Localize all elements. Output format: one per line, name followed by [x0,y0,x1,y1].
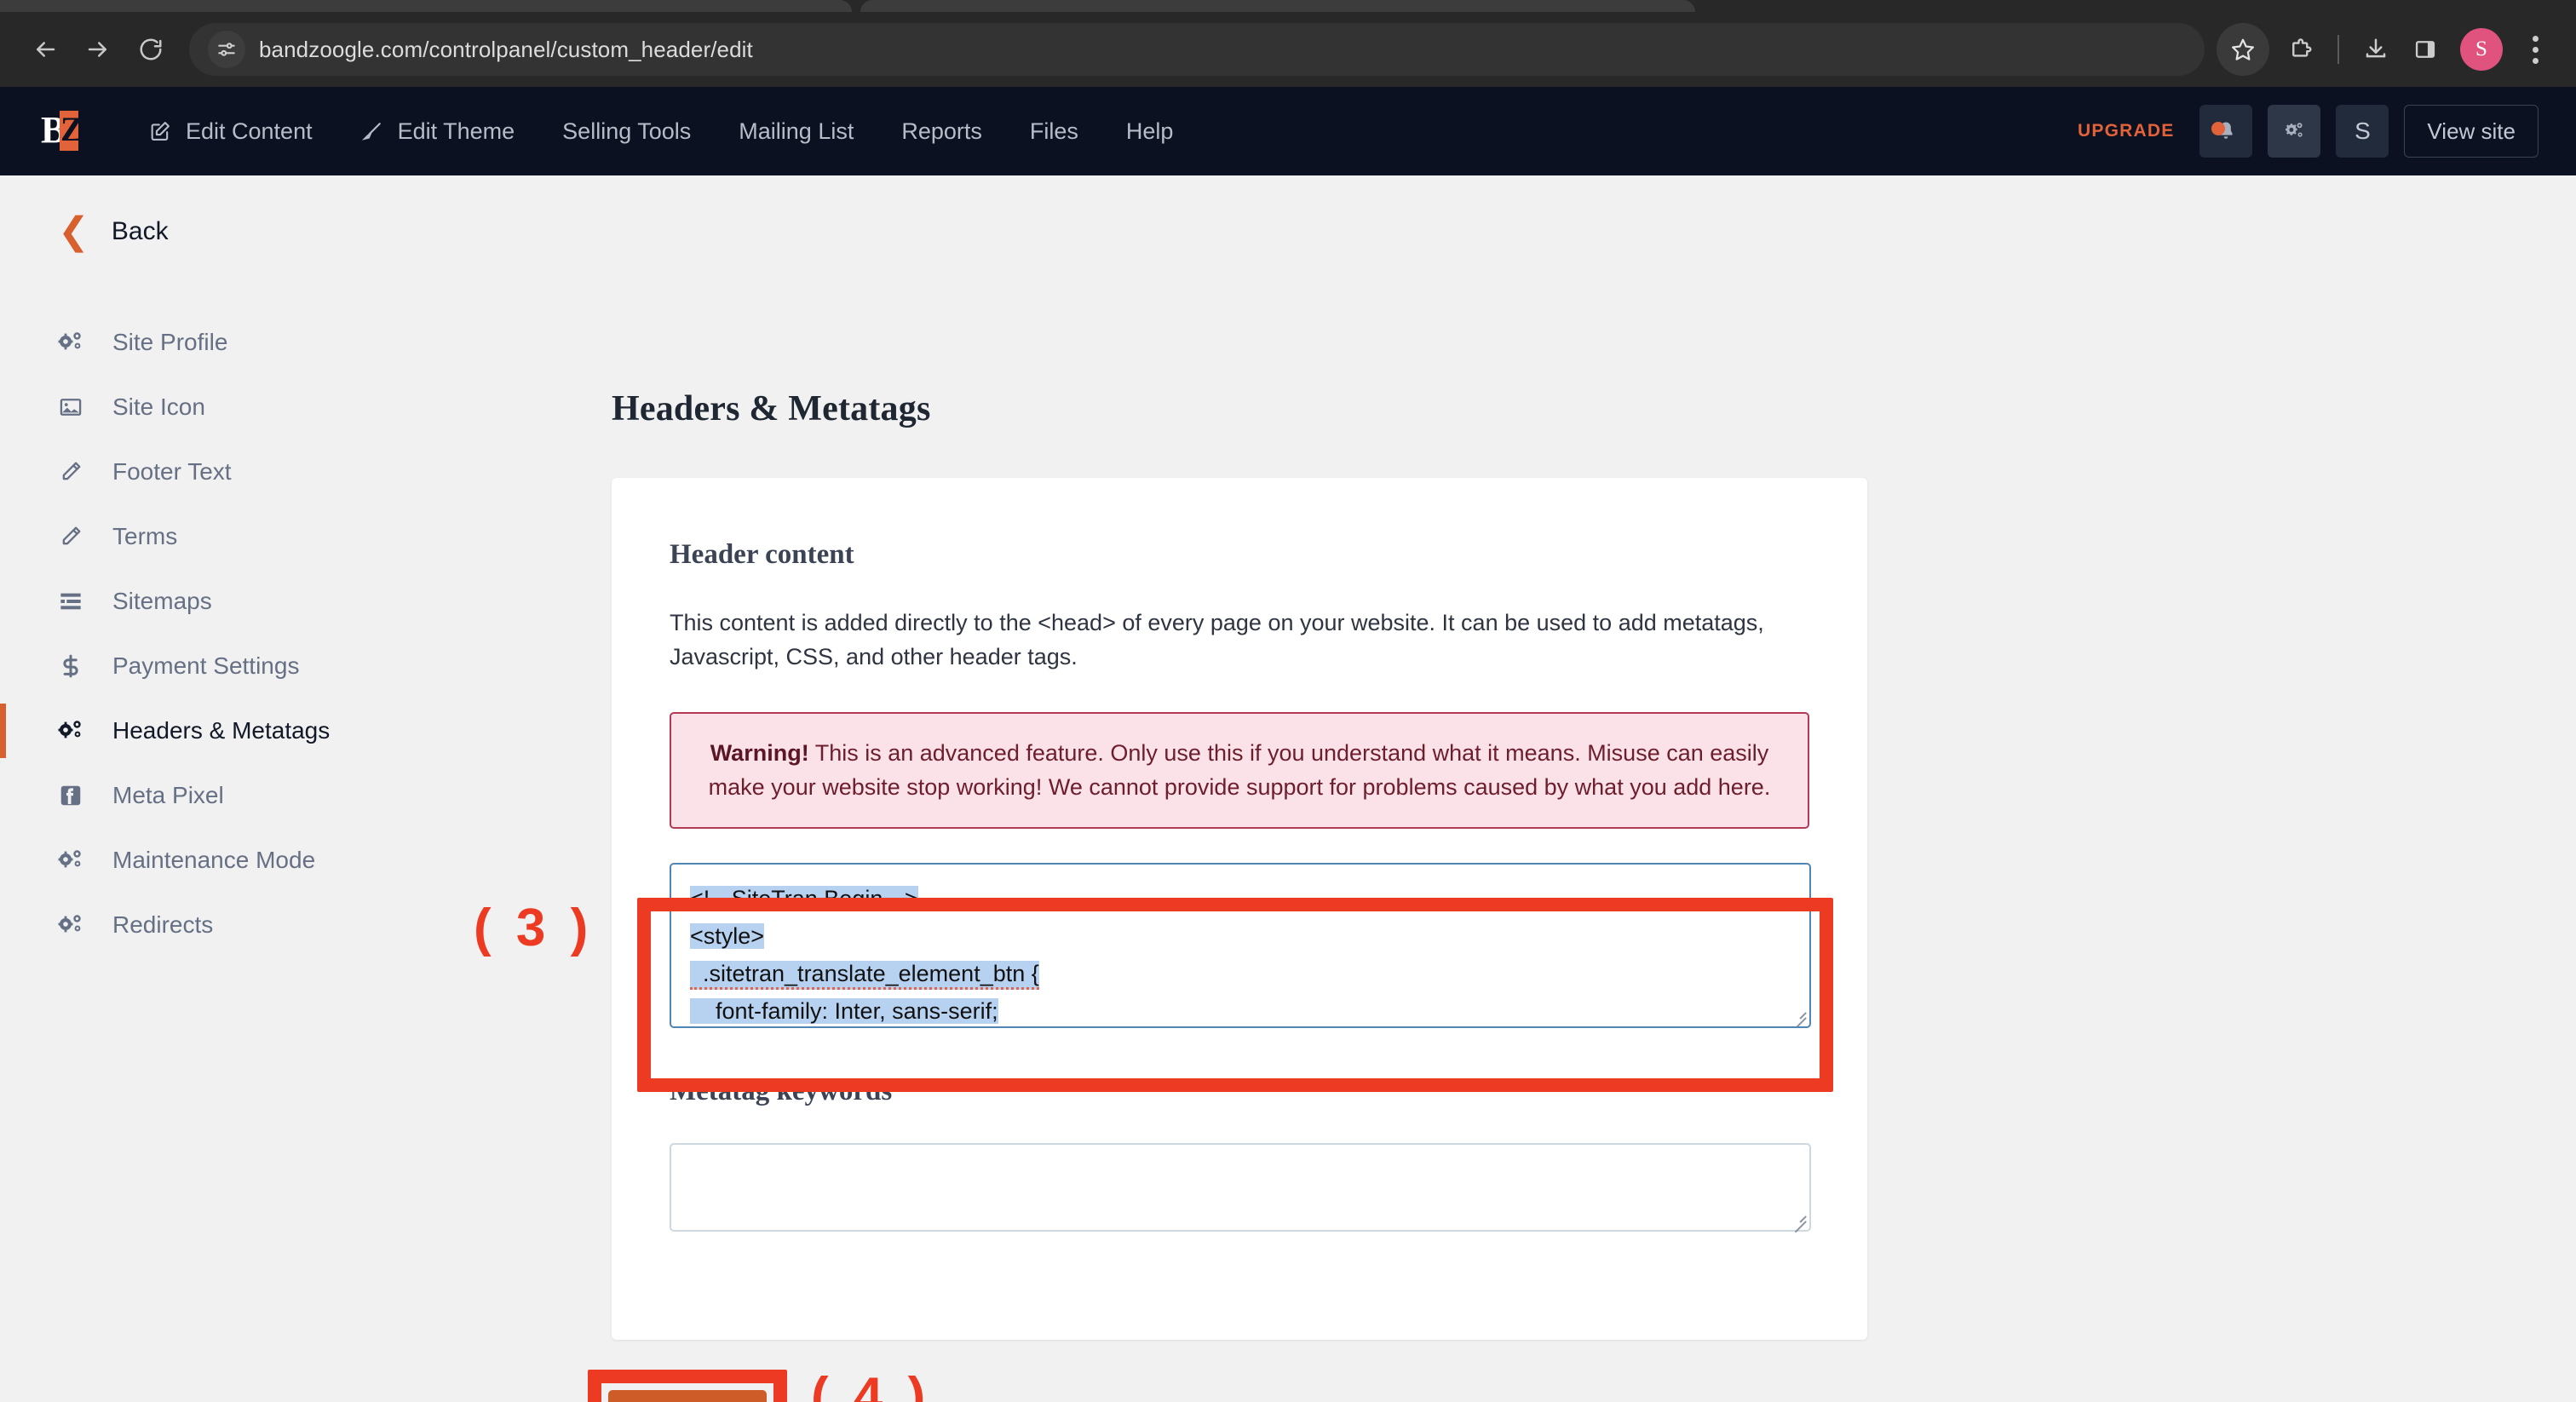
nav-item-edit-theme[interactable]: Edit Theme [336,87,539,175]
warning-banner: Warning! This is an advanced feature. On… [670,711,1809,829]
sidebar-item-maintenance-mode[interactable]: Maintenance Mode [0,828,596,893]
page-body: ❮ Back Site Profile Site Icon Footer Tex… [0,175,2576,1402]
gears-icon [58,719,94,743]
nav-item-label: Edit Content [186,118,313,144]
notifications-button[interactable] [2199,105,2253,158]
reload-icon[interactable] [124,23,177,76]
browser-tab-active[interactable] [860,0,1695,12]
back-label: Back [111,217,169,245]
nav-item-label: Files [1029,118,1078,144]
nav-item-selling-tools[interactable]: Selling Tools [538,87,715,175]
app-navbar: B Z Edit Content Edit Theme Selling Tool… [0,87,2576,175]
dollar-sign-icon [58,653,94,679]
sidebar-item-sitemaps[interactable]: Sitemaps [0,569,596,634]
sidebar-item-label: Maintenance Mode [112,847,316,873]
sidebar-item-site-icon[interactable]: Site Icon [0,375,596,440]
view-site-button[interactable]: View site [2404,105,2539,158]
site-settings-icon[interactable] [208,31,245,68]
pencil-icon [58,460,94,484]
nav-item-label: Selling Tools [562,118,692,144]
sidebar-item-terms[interactable]: Terms [0,504,596,569]
metatag-keywords-input[interactable] [670,1142,1811,1233]
list-icon [58,589,94,613]
nav-item-label: Mailing List [739,118,854,144]
paintbrush-icon [360,119,384,143]
nav-item-files[interactable]: Files [1006,87,1102,175]
annotation-label-step4: ( 4 ) [811,1367,931,1402]
nav-item-help[interactable]: Help [1102,87,1198,175]
nav-item-mailing-list[interactable]: Mailing List [715,87,877,175]
browser-tab-strip [0,0,2576,12]
nav-item-reports[interactable]: Reports [877,87,1006,175]
download-icon[interactable] [2351,23,2401,76]
sidebar-item-label: Redirects [112,911,214,938]
sidebar-item-label: Meta Pixel [112,782,224,808]
three-dot-menu-icon[interactable] [2513,23,2557,76]
toolbar-divider [2337,35,2339,64]
star-icon[interactable] [2217,23,2269,76]
warning-text: This is an advanced feature. Only use th… [708,739,1771,801]
annotation-label-step3: ( 3 ) [474,899,594,957]
avatar[interactable]: S [2460,28,2503,71]
pencil-icon [58,525,94,549]
nav-item-label: Help [1125,118,1174,144]
sidebar-item-headers-metatags[interactable]: Headers & Metatags [0,698,596,763]
sidebar-item-meta-pixel[interactable]: Meta Pixel [0,763,596,828]
sidebar-item-label: Terms [112,523,178,549]
card-content: Header content This content is added dir… [612,478,1867,1233]
annotation-box-textarea [637,898,1833,1092]
gears-icon [58,330,94,354]
upgrade-link[interactable]: UPGRADE [2078,121,2174,141]
address-bar-url[interactable]: bandzoogle.com/controlpanel/custom_heade… [259,37,753,63]
side-panel-icon[interactable] [2401,23,2450,76]
address-bar[interactable]: bandzoogle.com/controlpanel/custom_heade… [189,23,2205,76]
sidebar-item-label: Footer Text [112,458,232,485]
sidebar-item-label: Site Icon [112,394,205,420]
settings-button[interactable] [2268,105,2321,158]
account-button[interactable]: S [2336,105,2389,158]
logo-z-glyph: Z [60,110,83,148]
sidebar-item-label: Sitemaps [112,588,212,614]
image-icon [58,395,94,419]
bandzoogle-logo[interactable]: B Z [41,110,83,152]
back-arrow-icon[interactable] [19,23,72,76]
facebook-icon [58,783,94,808]
settings-sidebar: ❮ Back Site Profile Site Icon Footer Tex… [0,175,596,957]
gears-icon [58,848,94,872]
edit-square-icon [148,119,172,143]
sidebar-item-payment-settings[interactable]: Payment Settings [0,634,596,698]
chevron-left-icon: ❮ [58,210,89,252]
warning-prefix: Warning! [710,739,809,766]
sidebar-item-footer-text[interactable]: Footer Text [0,440,596,504]
sidebar-item-site-profile[interactable]: Site Profile [0,310,596,375]
sidebar-item-label: Site Profile [112,329,228,355]
header-content-description: This content is added directly to the <h… [670,610,1764,669]
browser-toolbar: bandzoogle.com/controlpanel/custom_heade… [0,12,2576,87]
nav-item-label: Edit Theme [397,118,515,144]
logo-letter-z: Z [60,110,83,151]
annotation-box-save [588,1370,787,1402]
back-button[interactable]: ❮ Back [0,213,596,250]
nav-item-label: Reports [901,118,982,144]
page-title: Headers & Metatags [612,389,931,428]
header-content-title: Header content [670,539,854,570]
puzzle-piece-icon[interactable] [2276,23,2326,76]
browser-tab[interactable] [0,0,852,12]
browser-chrome: bandzoogle.com/controlpanel/custom_heade… [0,0,2576,87]
sidebar-item-label: Headers & Metatags [112,717,331,744]
resize-grip-icon[interactable] [1787,1209,1807,1233]
forward-arrow-icon[interactable] [72,23,124,76]
gears-icon [58,913,94,937]
sidebar-item-label: Payment Settings [112,652,300,679]
nav-item-edit-content[interactable]: Edit Content [124,87,336,175]
